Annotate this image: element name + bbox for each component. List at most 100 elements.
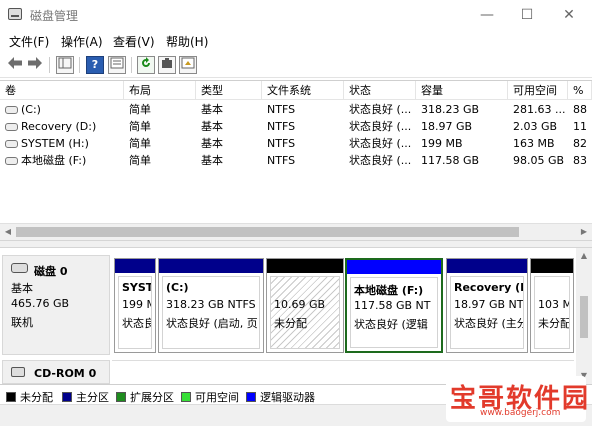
- volume-list-header: 卷 布局 类型 文件系统 状态 容量 可用空间 %: [0, 81, 592, 100]
- menu-bar: 文件(F) 操作(A) 查看(V) 帮助(H): [0, 30, 592, 52]
- forward-arrow-icon[interactable]: [26, 56, 44, 74]
- partition-bar: [447, 259, 527, 273]
- status-cell: 状态良好 (...: [349, 154, 412, 167]
- partition-unallocated[interactable]: 103 M 未分配: [530, 258, 574, 353]
- disk-0-info[interactable]: 磁盘 0 基本 465.76 GB 联机: [2, 255, 110, 355]
- maximize-button[interactable]: ☐: [512, 4, 542, 26]
- disk-management-app-icon: [8, 8, 22, 20]
- column-header-percent-free[interactable]: %: [568, 81, 592, 100]
- volume-list: 卷 布局 类型 文件系统 状态 容量 可用空间 % (C:) 简单 基本 NTF…: [0, 80, 592, 240]
- column-header-status[interactable]: 状态: [344, 81, 416, 100]
- cdrom-0-info[interactable]: CD-ROM 0: [2, 360, 110, 384]
- partition-size: 199 M: [122, 298, 151, 311]
- minimize-button[interactable]: —: [472, 4, 502, 26]
- legend-swatch: [246, 392, 256, 402]
- column-header-layout[interactable]: 布局: [124, 81, 196, 100]
- legend-item: 主分区: [62, 389, 109, 405]
- disk-status: 联机: [11, 316, 33, 329]
- volume-row[interactable]: SYSTEM (H:) 简单 基本 NTFS 状态良好 (... 199 MB …: [0, 135, 592, 152]
- toolbar: ?: [0, 52, 592, 78]
- back-arrow-icon[interactable]: [6, 56, 24, 74]
- toolbar-separator: [79, 57, 80, 73]
- title-bar: 磁盘管理 — ☐ ✕: [0, 0, 592, 30]
- scroll-up-icon[interactable]: ▲: [576, 249, 592, 263]
- capacity-cell: 18.97 GB: [421, 120, 473, 133]
- volume-row[interactable]: (C:) 简单 基本 NTFS 状态良好 (... 318.23 GB 281.…: [0, 101, 592, 118]
- column-header-capacity[interactable]: 容量: [416, 81, 508, 100]
- volume-name-cell: 本地磁盘 (F:): [0, 152, 124, 169]
- volume-name: Recovery (D:): [21, 120, 97, 133]
- type-cell: 基本: [201, 103, 223, 116]
- menu-file[interactable]: 文件(F): [9, 33, 49, 50]
- partition-size: 318.23 GB NTFS: [166, 298, 256, 311]
- percent-free-cell: 88: [573, 103, 587, 116]
- volume-row[interactable]: Recovery (D:) 简单 基本 NTFS 状态良好 (... 18.97…: [0, 118, 592, 135]
- legend-item: 未分配: [6, 389, 53, 405]
- disk-icon: [11, 263, 28, 273]
- menu-view[interactable]: 查看(V): [113, 33, 155, 50]
- partition-c[interactable]: (C:) 318.23 GB NTFS 状态良好 (启动, 页: [158, 258, 264, 353]
- cdrom-icon: [11, 367, 25, 377]
- legend-label: 主分区: [76, 391, 109, 404]
- free-space-cell: 163 MB: [513, 137, 555, 150]
- column-header-filesystem[interactable]: 文件系统: [262, 81, 344, 100]
- partition-status: 未分配: [538, 317, 570, 330]
- menu-action[interactable]: 操作(A): [61, 33, 103, 50]
- menu-help[interactable]: 帮助(H): [166, 33, 208, 50]
- pane-splitter[interactable]: [0, 240, 592, 248]
- capacity-cell: 318.23 GB: [421, 103, 480, 116]
- volume-icon: [5, 157, 18, 165]
- capacity-cell: 199 MB: [421, 137, 463, 150]
- refresh-icon[interactable]: [137, 56, 155, 74]
- vertical-scroll-thumb[interactable]: [580, 296, 588, 338]
- cdrom-name: CD-ROM 0: [34, 367, 97, 380]
- partition-unallocated[interactable]: 10.69 GB 未分配: [266, 258, 344, 353]
- legend-label: 未分配: [20, 391, 53, 404]
- help-icon[interactable]: ?: [86, 56, 104, 74]
- close-button[interactable]: ✕: [554, 4, 584, 26]
- partition-bar: [115, 259, 155, 273]
- disk-map-vertical-scrollbar[interactable]: ▲ ▼: [576, 248, 592, 384]
- partition-bar: [347, 260, 441, 274]
- window-title: 磁盘管理: [30, 9, 79, 23]
- partition-recovery-d[interactable]: Recovery (D 18.97 GB NTFS 状态良好 (主分: [446, 258, 528, 353]
- partition-name: (C:): [166, 281, 189, 294]
- partition-status: 状态良好 (逻辑: [354, 318, 428, 331]
- volume-name: (C:): [21, 103, 41, 116]
- legend-swatch: [116, 392, 126, 402]
- filesystem-cell: NTFS: [267, 137, 296, 150]
- export-icon[interactable]: [179, 56, 197, 74]
- type-cell: 基本: [201, 154, 223, 167]
- legend-item: 扩展分区: [116, 389, 174, 405]
- column-header-free-space[interactable]: 可用空间: [508, 81, 568, 100]
- horizontal-scroll-thumb[interactable]: [16, 227, 519, 237]
- column-header-type[interactable]: 类型: [196, 81, 262, 100]
- console-tree-icon[interactable]: [56, 56, 74, 74]
- partition-bar: [159, 259, 263, 273]
- disk-type: 基本: [11, 282, 33, 295]
- partition-size: 10.69 GB: [274, 298, 326, 311]
- partition-f[interactable]: 本地磁盘 (F:) 117.58 GB NT 状态良好 (逻辑: [345, 258, 443, 353]
- volume-list-horizontal-scrollbar[interactable]: ◀ ▶: [0, 223, 592, 240]
- volume-row[interactable]: 本地磁盘 (F:) 简单 基本 NTFS 状态良好 (... 117.58 GB…: [0, 152, 592, 169]
- scroll-left-icon[interactable]: ◀: [1, 225, 15, 239]
- volume-name: SYSTEM (H:): [21, 137, 89, 150]
- layout-cell: 简单: [129, 120, 151, 133]
- scroll-right-icon[interactable]: ▶: [577, 225, 591, 239]
- legend-swatch: [181, 392, 191, 402]
- legend-swatch: [6, 392, 16, 402]
- status-cell: 状态良好 (...: [349, 120, 412, 133]
- partition-name: 本地磁盘 (F:): [354, 284, 424, 297]
- column-header-volume[interactable]: 卷: [0, 81, 124, 100]
- layout-cell: 简单: [129, 137, 151, 150]
- settings-icon[interactable]: [158, 56, 176, 74]
- properties-icon[interactable]: [108, 56, 126, 74]
- partition-system-reserved[interactable]: SYST 199 M 状态良: [114, 258, 156, 353]
- layout-cell: 简单: [129, 103, 151, 116]
- disk-graphical-view: 磁盘 0 基本 465.76 GB 联机 SYST 199 M 状态良 (C:)…: [0, 248, 592, 384]
- free-space-cell: 98.05 GB: [513, 154, 565, 167]
- free-space-cell: 281.63 ...: [513, 103, 566, 116]
- partition-size: 117.58 GB NT: [354, 299, 431, 312]
- watermark-logo: 宝哥软件园 www.baogerj.com: [446, 376, 588, 422]
- legend-label: 扩展分区: [130, 391, 174, 404]
